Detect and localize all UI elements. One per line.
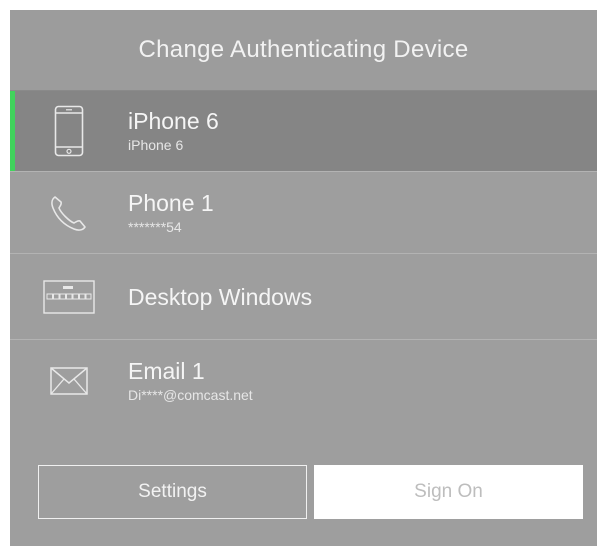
device-row-email-1[interactable]: Email 1 Di****@comcast.net	[10, 339, 597, 421]
phone-handset-icon	[10, 193, 128, 233]
settings-button[interactable]: Settings	[38, 465, 307, 519]
device-name: Desktop Windows	[128, 283, 313, 310]
smartphone-icon	[10, 105, 128, 157]
button-bar: Settings Sign On	[10, 465, 597, 521]
desktop-keyboard-icon	[10, 279, 128, 314]
device-detail: *******54	[128, 218, 182, 235]
envelope-icon	[10, 366, 128, 395]
sign-on-button[interactable]: Sign On	[314, 465, 583, 519]
device-row-iphone-6[interactable]: iPhone 6 iPhone 6	[10, 90, 597, 171]
device-list: iPhone 6 iPhone 6 Phone 1 *******54 Desk…	[10, 90, 597, 421]
device-row-phone-1[interactable]: Phone 1 *******54	[10, 171, 597, 253]
device-name: Phone 1	[128, 189, 214, 216]
device-detail: Di****@comcast.net	[128, 386, 253, 403]
device-name: iPhone 6	[128, 108, 219, 134]
device-row-desktop-windows[interactable]: Desktop Windows	[10, 253, 597, 339]
device-name: Email 1	[128, 357, 205, 384]
device-detail: iPhone 6	[128, 137, 184, 153]
dialog-title: Change Authenticating Device	[10, 10, 597, 90]
authenticating-device-panel: Change Authenticating Device iPhone 6 iP…	[10, 10, 597, 546]
